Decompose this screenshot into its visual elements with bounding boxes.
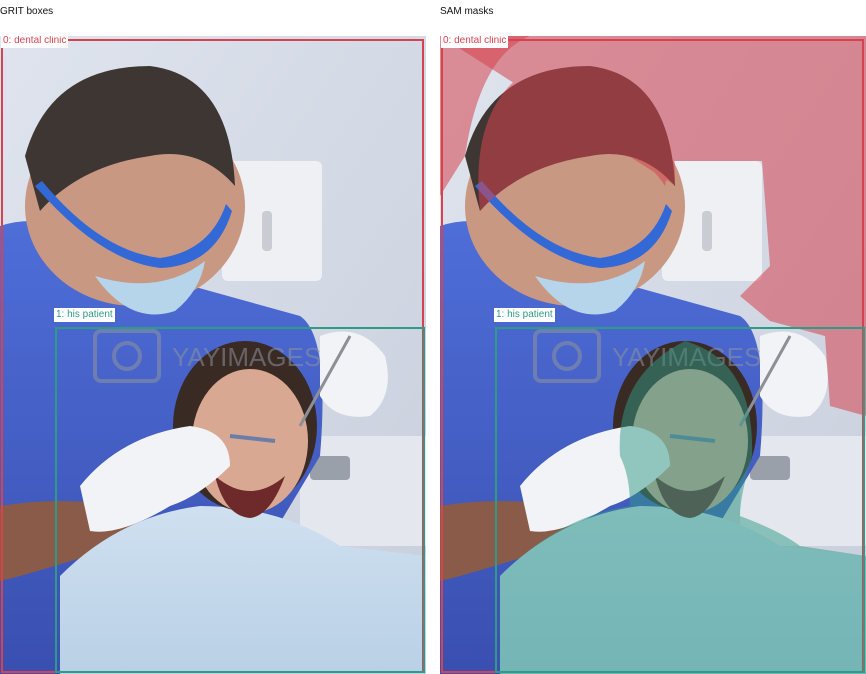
his-patient-box [55, 327, 425, 673]
his-patient-label-right: 1: his patient [494, 308, 555, 322]
his-patient-label: 1: his patient [54, 308, 115, 322]
left-panel-title: GRIT boxes [0, 6, 54, 17]
dental-clinic-label: 0: dental clinic [1, 36, 69, 48]
right-panel-title: SAM masks [440, 6, 494, 17]
sam-masks-panel: YAYIMAGES 0: dental clinic 1: his patien… [440, 36, 866, 674]
dental-clinic-label-right: 0: dental clinic [441, 36, 509, 48]
grit-boxes-panel: YAYIMAGES 0: dental clinic 1: his patien… [0, 36, 426, 674]
his-patient-box-right [495, 327, 865, 673]
